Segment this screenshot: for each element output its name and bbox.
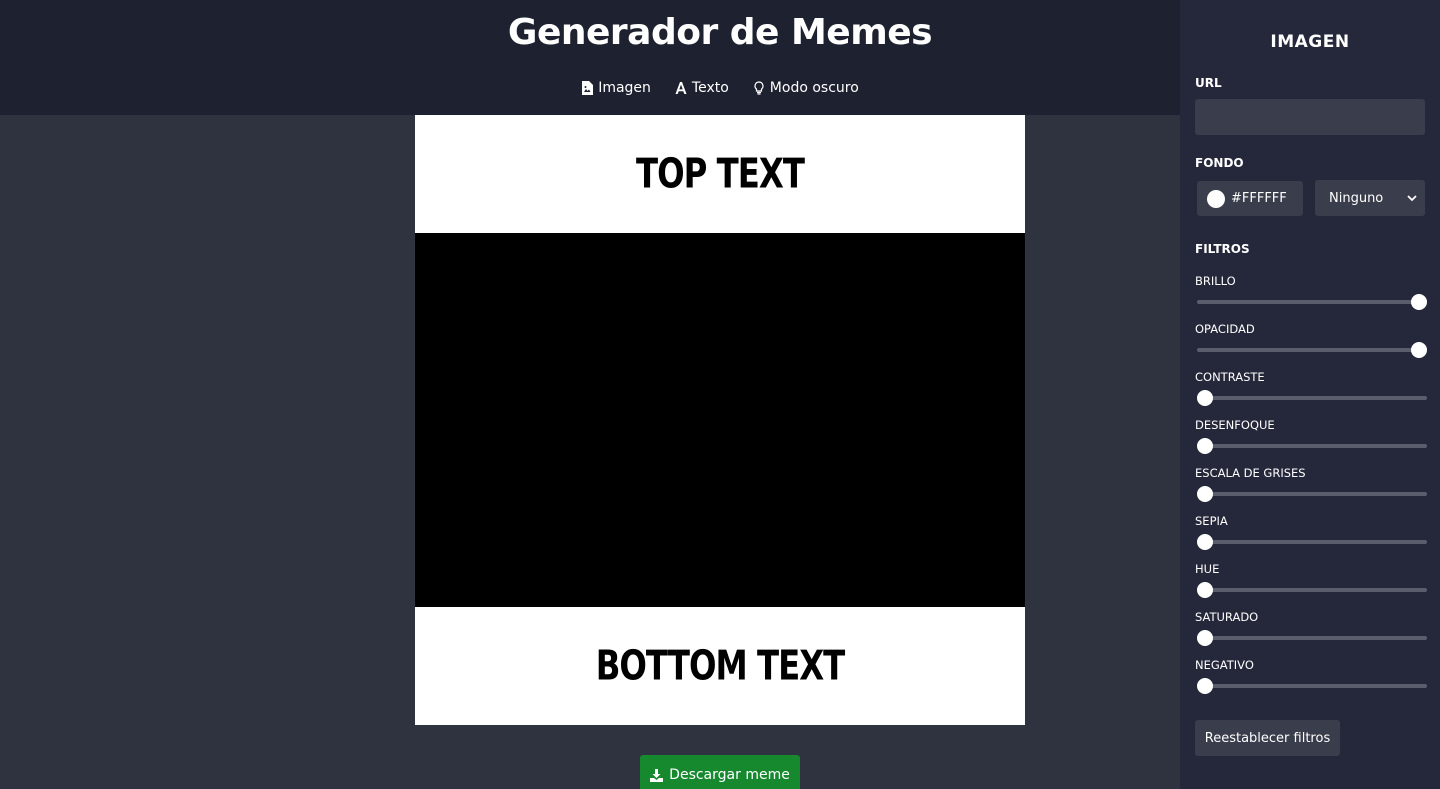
slider-track [1197, 636, 1427, 640]
slider-track [1197, 588, 1427, 592]
file-image-icon [582, 81, 594, 95]
slider-track [1197, 300, 1427, 304]
font-icon [675, 82, 687, 94]
meme-image [415, 233, 1025, 607]
slider-track [1197, 444, 1427, 448]
meme-top-text-box: TOP TEXT [415, 115, 1025, 233]
background-label: FONDO [1195, 156, 1244, 170]
filter-label: SEPIA [1195, 514, 1228, 528]
nav-item-modo-oscuro[interactable]: Modo oscuro [753, 80, 859, 96]
slider-track [1197, 684, 1427, 688]
url-input[interactable] [1195, 99, 1425, 135]
filter-label: ESCALA DE GRISES [1195, 466, 1306, 480]
lightbulb-icon [754, 81, 764, 95]
meme-top-text: TOP TEXT [636, 150, 805, 198]
filters-label: FILTROS [1195, 242, 1250, 256]
download-icon [650, 768, 664, 782]
nav-item-label: Imagen [598, 80, 651, 96]
meme-canvas: TOP TEXT BOTTOM TEXT [415, 115, 1025, 725]
slider-track [1197, 348, 1427, 352]
filter-label: CONTRASTE [1195, 370, 1265, 384]
meme-bottom-text: BOTTOM TEXT [595, 642, 846, 690]
slider-thumb[interactable] [1197, 438, 1213, 454]
filter-label: DESENFOQUE [1195, 418, 1275, 432]
filter-slider[interactable] [1197, 438, 1427, 454]
filter-label: SATURADO [1195, 610, 1259, 624]
nav-item-label: Modo oscuro [769, 80, 859, 96]
slider-thumb[interactable] [1411, 342, 1427, 358]
nav-item-label: Texto [691, 80, 729, 96]
filter-slider[interactable] [1197, 630, 1427, 646]
slider-thumb[interactable] [1197, 534, 1213, 550]
url-label: URL [1195, 76, 1222, 90]
filter-slider[interactable] [1197, 534, 1427, 550]
filter-label: OPACIDAD [1195, 322, 1255, 336]
slider-thumb[interactable] [1197, 582, 1213, 598]
filter-label: HUE [1195, 562, 1220, 576]
chevron-down-icon [1407, 194, 1417, 201]
filter-slider[interactable] [1197, 294, 1427, 310]
reset-filters-button[interactable]: Reestablecer filtros [1195, 720, 1340, 756]
meme-bottom-text-box: BOTTOM TEXT [415, 607, 1025, 725]
filter-slider[interactable] [1197, 390, 1427, 406]
slider-track [1197, 492, 1427, 496]
color-value: #FFFFFF [1231, 191, 1287, 206]
background-color-picker[interactable]: #FFFFFF [1197, 181, 1303, 216]
color-swatch [1207, 189, 1225, 208]
filter-slider[interactable] [1197, 582, 1427, 598]
blend-mode-value: Ninguno [1329, 190, 1384, 206]
nav-item-imagen[interactable]: Imagen [581, 80, 651, 96]
filter-label: NEGATIVO [1195, 658, 1254, 672]
slider-thumb[interactable] [1411, 294, 1427, 310]
slider-thumb[interactable] [1197, 486, 1213, 502]
blend-mode-select[interactable]: Ninguno [1315, 180, 1425, 216]
image-panel: IMAGEN URL FONDO #FFFFFF Ninguno FILTROS… [1180, 0, 1440, 789]
filter-label: BRILLO [1195, 274, 1236, 288]
filter-slider[interactable] [1197, 678, 1427, 694]
slider-thumb[interactable] [1197, 630, 1213, 646]
slider-track [1197, 396, 1427, 400]
slider-thumb[interactable] [1197, 678, 1213, 694]
slider-track [1197, 540, 1427, 544]
filter-slider[interactable] [1197, 486, 1427, 502]
slider-thumb[interactable] [1197, 390, 1213, 406]
filter-slider[interactable] [1197, 342, 1427, 358]
download-meme-button[interactable]: Descargar meme [640, 755, 800, 789]
panel-title: IMAGEN [1270, 32, 1350, 52]
nav-item-texto[interactable]: Texto [675, 80, 729, 96]
download-button-label: Descargar meme [669, 767, 790, 783]
